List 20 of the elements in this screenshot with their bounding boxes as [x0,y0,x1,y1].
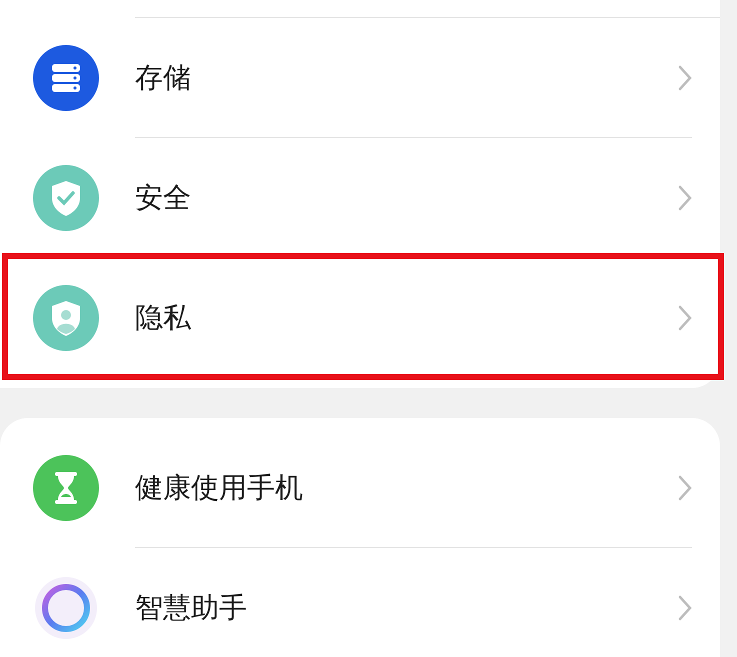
chevron-icon [678,474,692,500]
settings-item[interactable]: 安全 [0,138,720,258]
hourglass-icon [33,455,99,521]
item-label: 智慧助手 [135,590,248,626]
chevron-icon [678,595,692,621]
item-label: 安全 [135,180,192,216]
settings-item[interactable]: 隐私 [0,258,720,378]
shield-icon [33,165,99,231]
ring-icon [33,575,99,641]
settings-item[interactable]: 智慧助手 [0,548,720,657]
storage-icon [33,45,99,111]
chevron-icon [678,184,692,210]
settings-item[interactable]: 健康使用手机 [0,428,720,548]
item-label: 存储 [135,60,192,96]
chevron-icon [678,64,692,90]
settings-item[interactable]: 存储 [0,18,720,138]
item-label: 健康使用手机 [135,470,304,506]
item-label: 隐私 [135,300,192,336]
shield-person-icon [33,285,99,351]
chevron-icon [678,305,692,331]
